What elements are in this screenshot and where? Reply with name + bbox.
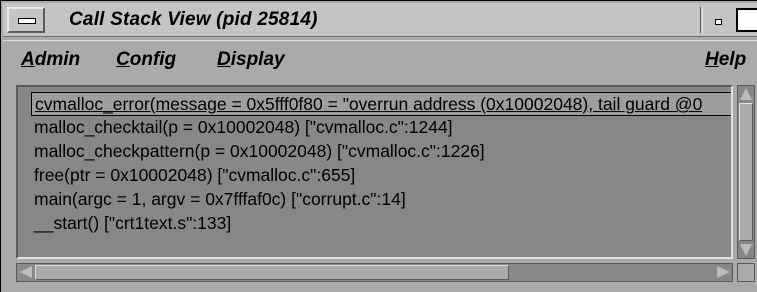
stack-frame[interactable]: main(argc = 1, argv = 0x7fffaf0c) ["corr… [34,189,406,210]
minimize-icon[interactable] [707,7,731,33]
maximize-icon[interactable] [736,8,757,32]
horizontal-scrollbar[interactable] [16,263,733,282]
arrow-right-icon[interactable] [717,266,730,278]
horizontal-scroll-thumb[interactable] [35,265,509,280]
stack-frame[interactable]: free(ptr = 0x10002048) ["cvmalloc.c":655… [34,165,355,186]
menu-help[interactable]: Help [705,49,746,71]
call-stack-window: Call Stack View (pid 25814) Admin Config… [0,0,757,292]
vertical-scrollbar[interactable] [737,85,755,259]
arrow-down-icon[interactable] [740,244,752,256]
stack-frame[interactable]: __start() ["crt1text.s":133] [34,213,231,234]
scrollbar-corner [737,263,755,282]
title-divider [700,7,703,33]
stack-frame[interactable]: malloc_checktail(p = 0x10002048) ["cvmal… [34,117,453,138]
menu-config[interactable]: Config [116,49,176,71]
window-menu-icon[interactable] [7,7,45,33]
selected-frame-text: cvmalloc_error(message = 0x5fff0f80 = "o… [35,94,703,114]
stack-frame[interactable]: malloc_checkpattern(p = 0x10002048) ["cv… [34,141,485,162]
call-stack-list[interactable]: cvmalloc_error(message = 0x5fff0f80 = "o… [16,85,733,259]
menu-admin[interactable]: Admin [21,49,80,71]
arrow-up-icon[interactable] [740,88,752,100]
selected-stack-frame[interactable]: cvmalloc_error(message = 0x5fff0f80 = "o… [31,92,731,116]
menu-bar: Admin Config Display Help [3,40,757,78]
title-bar[interactable]: Call Stack View (pid 25814) [3,3,757,37]
menu-display[interactable]: Display [217,49,285,71]
vertical-scroll-thumb[interactable] [739,103,753,241]
window-title: Call Stack View (pid 25814) [69,9,318,30]
arrow-left-icon[interactable] [19,266,32,278]
